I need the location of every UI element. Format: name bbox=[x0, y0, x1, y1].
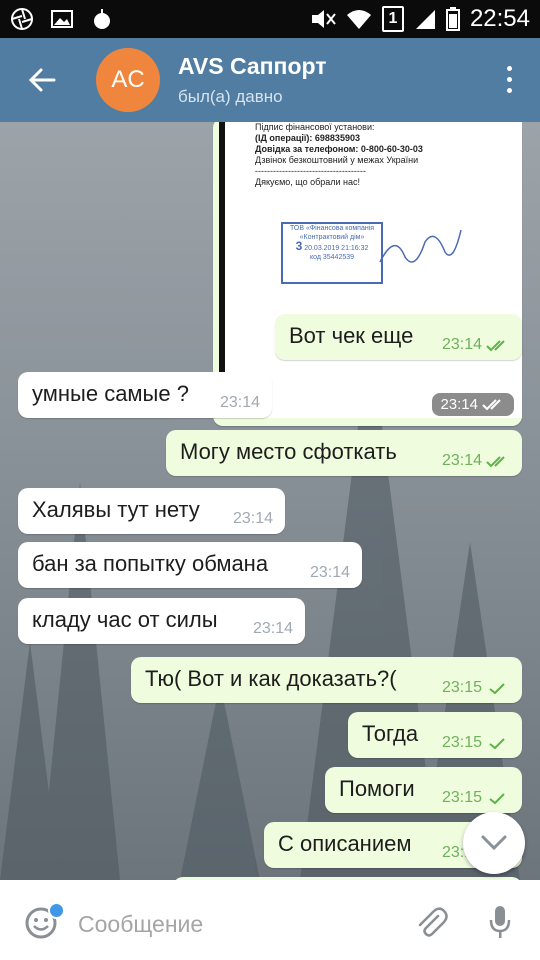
message-text: Помоги bbox=[339, 776, 415, 801]
sim-indicator: 1 bbox=[381, 6, 404, 32]
receipt-line: Довідка за телефоном: 0-800-60-30-03 bbox=[255, 144, 423, 154]
signal-icon bbox=[415, 10, 435, 29]
receipt-text: Підпис фінансової установи: (ІД операції… bbox=[255, 122, 423, 188]
image-timestamp: 23:14 bbox=[432, 393, 514, 416]
avatar[interactable]: AC bbox=[96, 48, 160, 112]
message-time: 23:14 bbox=[219, 394, 260, 411]
arrow-left-icon[interactable] bbox=[26, 64, 58, 96]
notification-dot bbox=[48, 902, 65, 919]
stamp-number: 3 bbox=[295, 239, 303, 253]
message-text: умные самые ? bbox=[32, 381, 189, 406]
aperture-icon bbox=[11, 8, 33, 30]
receipt-line: ------------------------------------- bbox=[255, 166, 366, 176]
message-time: 23:15 bbox=[441, 789, 482, 806]
chevron-down-icon bbox=[481, 835, 507, 851]
message-text: бан за попытку обмана bbox=[32, 551, 269, 576]
message-bubble[interactable]: кладу час от силы 23:14 bbox=[18, 598, 305, 644]
message-text: Халявы тут нету bbox=[32, 497, 200, 522]
check-icon bbox=[489, 793, 505, 805]
message-bubble[interactable]: умные самые ? 23:14 bbox=[18, 372, 272, 418]
last-seen-status: был(а) давно bbox=[178, 87, 283, 106]
message-bubble[interactable]: Помоги 23:15 bbox=[325, 767, 522, 813]
gallery-icon bbox=[51, 10, 73, 28]
message-time: 23:14 bbox=[232, 510, 273, 527]
more-vertical-icon[interactable] bbox=[506, 66, 514, 96]
receipt-line: Підпис фінансової установи: bbox=[255, 122, 375, 132]
mute-icon bbox=[311, 10, 336, 28]
receipt-line: (ІД операції): 698835903 bbox=[255, 133, 360, 143]
message-input-bar: Сообщение bbox=[0, 880, 540, 960]
stamp-code: код 35442539 bbox=[309, 254, 355, 261]
check-icon bbox=[489, 683, 505, 695]
stamp-line: ТОВ «Фінансова компанія bbox=[289, 225, 375, 232]
app-notification-icon bbox=[94, 9, 110, 29]
battery-icon bbox=[445, 7, 460, 31]
chat-title[interactable]: AVS Саппорт bbox=[178, 53, 327, 80]
message-time: 23:14 bbox=[441, 452, 482, 469]
chat-header: AC AVS Саппорт был(а) давно bbox=[0, 38, 540, 122]
microphone-icon[interactable] bbox=[488, 904, 512, 940]
check-icon bbox=[489, 738, 505, 750]
receipt-stamp: ТОВ «Фінансова компанія «Контрактовий ді… bbox=[281, 222, 383, 284]
message-text: кладу час от силы bbox=[32, 607, 218, 632]
message-text: Могу место сфоткать bbox=[180, 439, 397, 464]
signature-scribble bbox=[379, 229, 462, 263]
receipt-line: Дякуємо, що обрали нас! bbox=[255, 177, 361, 187]
stamp-datetime: 20.03.2019 21:16:32 bbox=[304, 245, 369, 252]
time-label: 23:14 bbox=[440, 396, 478, 413]
message-text: Тю( Вот и как доказать?( bbox=[145, 666, 397, 691]
wifi-icon bbox=[346, 10, 371, 29]
message-text: Вот чек еще bbox=[289, 323, 414, 348]
double-check-icon bbox=[486, 340, 505, 352]
message-bubble[interactable]: Вот чек еще 23:14 bbox=[275, 314, 522, 360]
clock: 22:54 bbox=[469, 5, 530, 32]
receipt-line: Дзвінок безкоштовний у межах України bbox=[255, 155, 419, 165]
message-bubble[interactable]: Могу место сфоткать 23:14 bbox=[166, 430, 522, 476]
message-list[interactable]: Підпис фінансової установи: (ІД операції… bbox=[0, 122, 540, 880]
message-bubble[interactable]: бан за попытку обмана 23:14 bbox=[18, 542, 362, 588]
message-input[interactable]: Сообщение bbox=[78, 911, 203, 938]
message-time: 23:14 bbox=[252, 620, 293, 637]
message-bubble[interactable]: Тогда 23:15 bbox=[348, 712, 522, 758]
double-check-icon bbox=[486, 456, 505, 468]
message-bubble[interactable]: Халявы тут нету 23:14 bbox=[18, 488, 285, 534]
paperclip-icon[interactable] bbox=[414, 906, 448, 940]
message-time: 23:14 bbox=[309, 564, 350, 581]
message-time: 23:14 bbox=[441, 336, 482, 353]
message-time: 23:15 bbox=[441, 734, 482, 751]
scroll-to-bottom-button[interactable] bbox=[463, 812, 525, 874]
message-time: 23:15 bbox=[441, 679, 482, 696]
message-text: Тогда bbox=[362, 721, 419, 746]
message-bubble[interactable]: Тю( Вот и как доказать?( 23:15 bbox=[131, 657, 522, 703]
message-text: С описанием bbox=[278, 831, 412, 856]
status-bar: 1 22:54 bbox=[0, 0, 540, 38]
double-check-icon bbox=[482, 398, 501, 410]
